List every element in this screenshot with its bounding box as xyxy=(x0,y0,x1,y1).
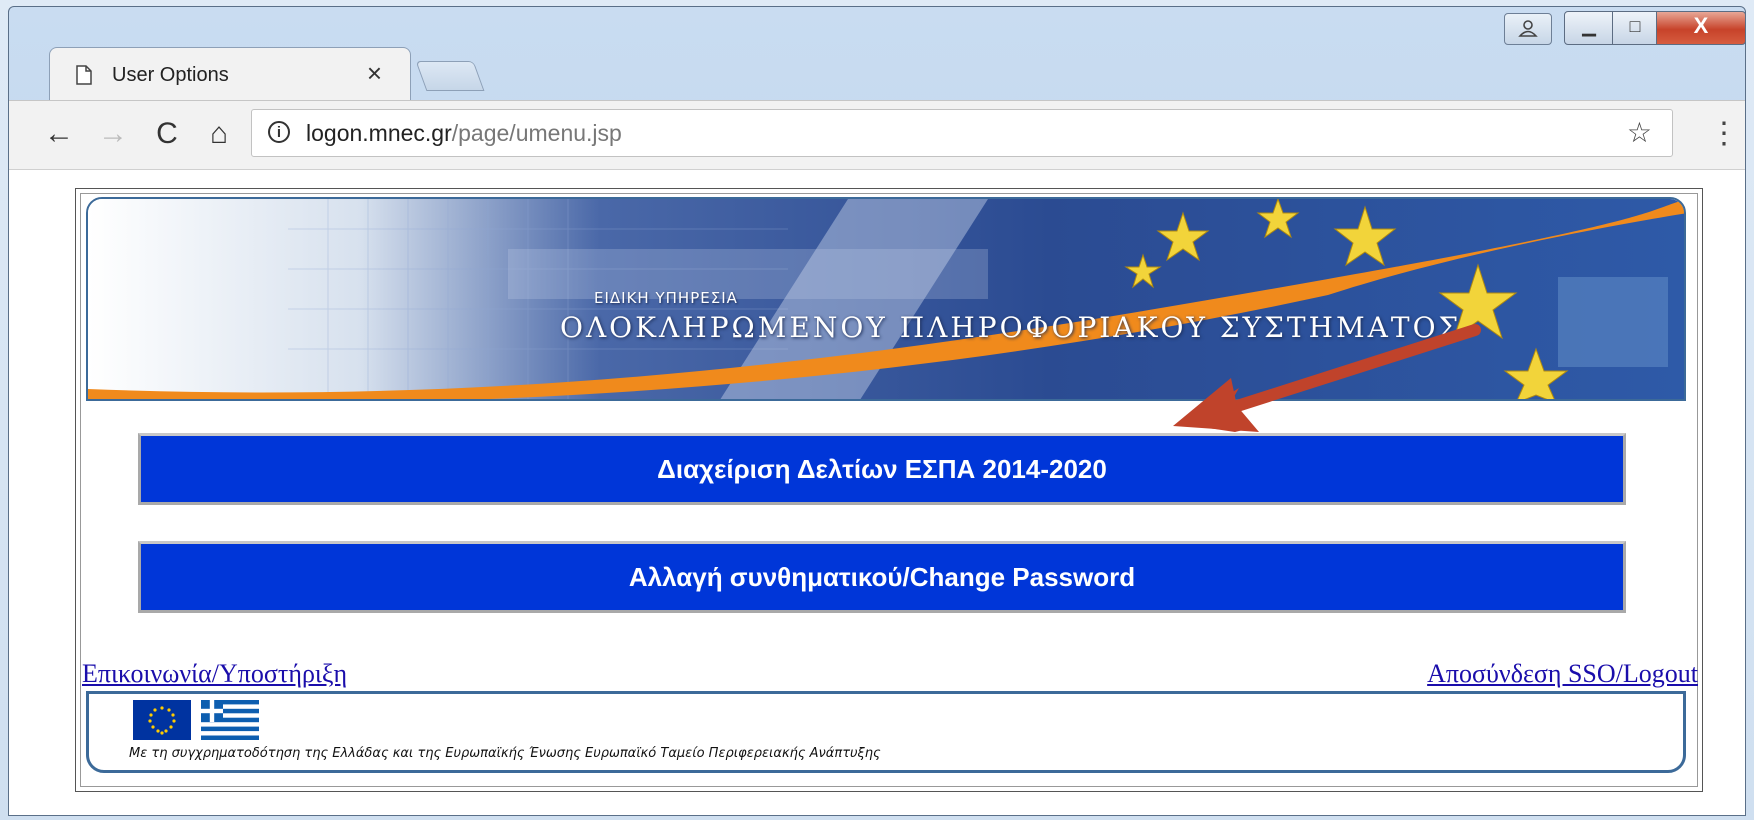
minimize-icon: ▁ xyxy=(1582,16,1596,36)
cofunding-footer: Με τη συγχρηματοδότηση της Ελλάδας και τ… xyxy=(86,691,1686,773)
banner-title: ΟΛΟΚΛΗΡΩΜΕΝΟΥ ΠΛΗΡΟΦΟΡΙΑΚΟΥ ΣΥΣΤΗΜΑΤΟΣ xyxy=(560,311,1462,344)
page-frame: ΕΙΔΙΚΗ ΥΠΗΡΕΣΙΑ ΟΛΟΚΛΗΡΩΜΕΝΟΥ ΠΛΗΡΟΦΟΡΙΑ… xyxy=(75,188,1703,792)
eu-flag-icon xyxy=(133,700,191,740)
browser-menu-icon[interactable]: ⋮ xyxy=(1709,114,1739,154)
tab-close-icon[interactable]: × xyxy=(367,60,382,86)
maximize-button[interactable]: □ xyxy=(1612,11,1658,45)
info-icon[interactable]: i xyxy=(268,121,290,143)
url-path: /page/umenu.jsp xyxy=(451,120,622,146)
maximize-icon: □ xyxy=(1629,16,1641,36)
forward-button[interactable]: → xyxy=(93,114,133,154)
page-content: ΕΙΔΙΚΗ ΥΠΗΡΕΣΙΑ ΟΛΟΚΛΗΡΩΜΕΝΟΥ ΠΛΗΡΟΦΟΡΙΑ… xyxy=(9,169,1745,815)
page-icon xyxy=(76,65,92,85)
tab-strip: User Options × ▁ □ X xyxy=(9,7,1745,102)
back-button[interactable]: ← xyxy=(39,114,79,154)
banner-subtitle: ΕΙΔΙΚΗ ΥΠΗΡΕΣΙΑ xyxy=(594,289,738,307)
close-icon: X xyxy=(1693,13,1709,38)
change-password-button[interactable]: Αλλαγή συνθηματικού/Change Password xyxy=(138,541,1626,613)
user-icon xyxy=(1518,20,1538,37)
url-host: logon.mnec.gr xyxy=(306,120,452,146)
minimize-button[interactable]: ▁ xyxy=(1564,11,1614,45)
tab-user-options[interactable]: User Options × xyxy=(49,47,411,102)
close-window-button[interactable]: X xyxy=(1656,11,1745,45)
bookmark-star-icon[interactable]: ☆ xyxy=(1627,116,1652,149)
espa-bulletins-button[interactable]: Διαχείριση Δελτίων ΕΣΠΑ 2014-2020 xyxy=(138,433,1626,505)
contact-support-link[interactable]: Επικοινωνία/Υποστήριξη xyxy=(82,659,347,689)
browser-toolbar: ← → C ⌂ i logon.mnec.gr/page/umenu.jsp ☆… xyxy=(9,100,1745,169)
tab-title: User Options xyxy=(112,64,229,86)
window-controls: ▁ □ X xyxy=(1564,11,1745,45)
profile-button[interactable] xyxy=(1504,13,1552,45)
browser-window: User Options × ▁ □ X ← → C ⌂ i logon.mne… xyxy=(8,6,1746,816)
banner-graphic xyxy=(88,199,1684,399)
url-text[interactable]: logon.mnec.gr/page/umenu.jsp xyxy=(306,120,622,147)
reload-button[interactable]: C xyxy=(147,114,187,154)
new-tab-button[interactable] xyxy=(415,61,485,91)
greek-flag-icon xyxy=(201,700,259,740)
cofunding-text: Με τη συγχρηματοδότηση της Ελλάδας και τ… xyxy=(129,746,881,761)
logout-link[interactable]: Αποσύνδεση SSO/Logout xyxy=(1427,659,1698,689)
header-banner: ΕΙΔΙΚΗ ΥΠΗΡΕΣΙΑ ΟΛΟΚΛΗΡΩΜΕΝΟΥ ΠΛΗΡΟΦΟΡΙΑ… xyxy=(86,197,1686,401)
home-button[interactable]: ⌂ xyxy=(199,114,239,154)
address-bar[interactable]: i logon.mnec.gr/page/umenu.jsp ☆ xyxy=(251,109,1673,157)
